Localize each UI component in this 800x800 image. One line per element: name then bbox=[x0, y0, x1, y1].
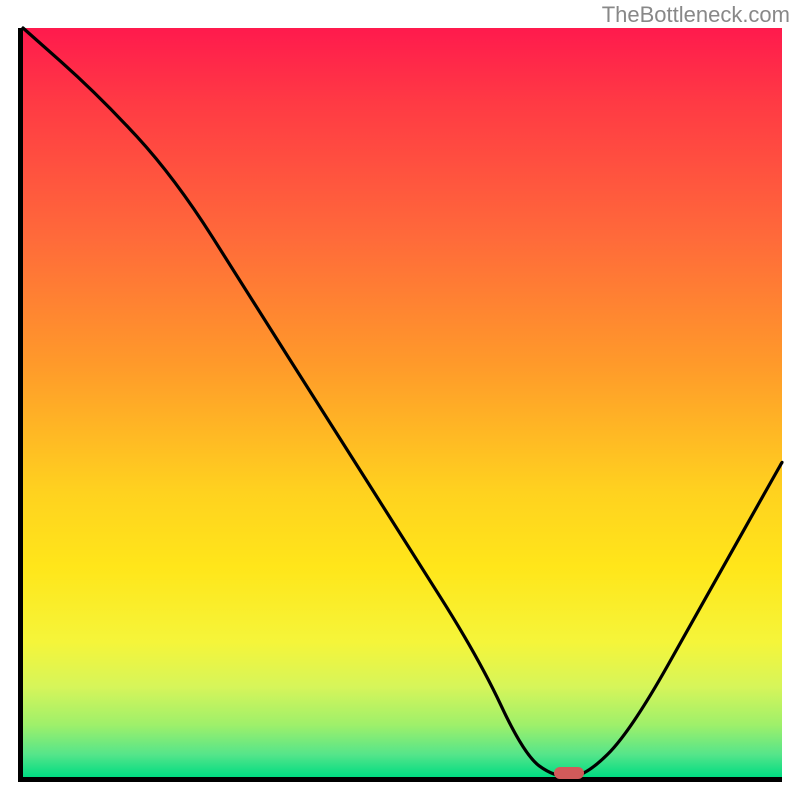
bottleneck-curve bbox=[23, 28, 782, 777]
bottleneck-curve-svg bbox=[23, 28, 782, 777]
watermark-text: TheBottleneck.com bbox=[602, 2, 790, 28]
chart-container: TheBottleneck.com bbox=[0, 0, 800, 800]
optimal-marker bbox=[554, 767, 584, 779]
